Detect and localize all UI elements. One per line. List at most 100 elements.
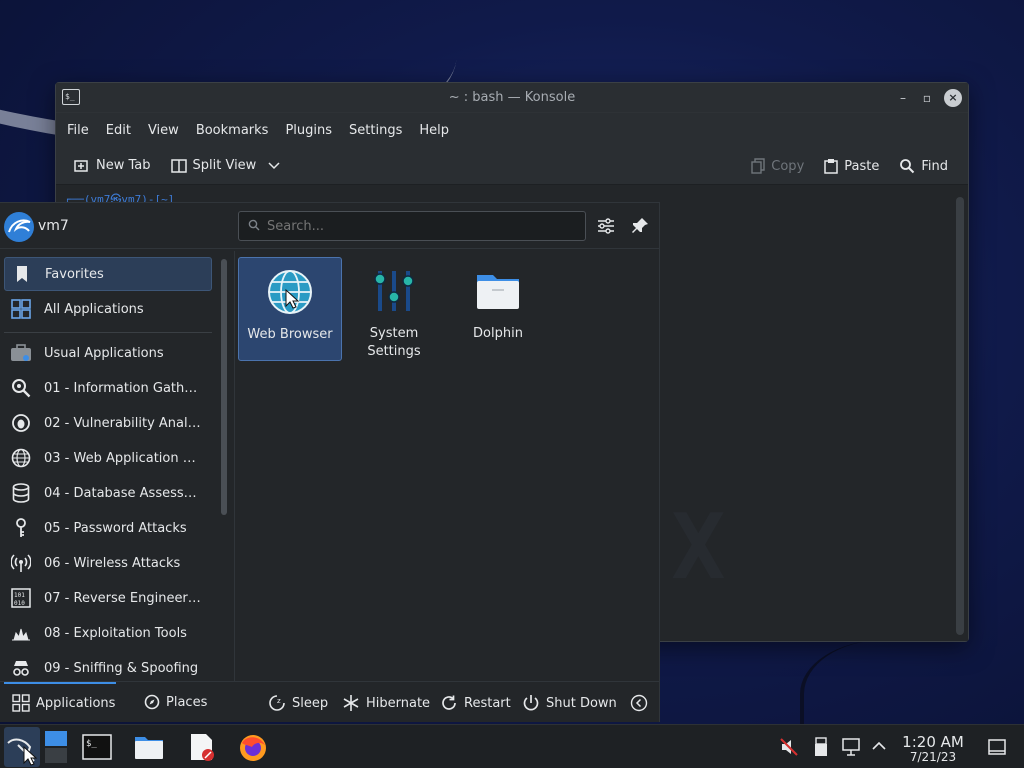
desktop-wallpaper-swoosh — [800, 640, 940, 730]
grid-icon — [12, 694, 30, 712]
sleep-button[interactable]: z Sleep — [268, 694, 328, 712]
mute-icon[interactable] — [780, 738, 798, 756]
favorite-system-settings[interactable]: System Settings — [342, 257, 446, 361]
show-desktop-icon[interactable] — [988, 739, 1006, 755]
menu-file[interactable]: File — [62, 123, 101, 138]
leave-menu-button[interactable] — [630, 694, 648, 712]
user-avatar[interactable] — [4, 212, 34, 242]
user-name: vm7 — [38, 218, 69, 234]
database-icon — [10, 482, 32, 504]
new-tab-button[interactable]: New Tab — [64, 158, 161, 173]
paste-button[interactable]: Paste — [814, 158, 889, 174]
clock-date[interactable]: 7/21/23 — [898, 750, 968, 764]
copy-icon — [751, 158, 765, 174]
svg-text:$_: $_ — [86, 739, 97, 749]
category-wireless-attacks[interactable]: 06 - Wireless Attacks — [4, 546, 212, 580]
globe-icon — [268, 270, 312, 314]
konsole-toolbar: New Tab Split View Copy Paste Find — [56, 147, 968, 185]
minimize-button[interactable]: – — [894, 89, 912, 107]
find-button[interactable]: Find — [889, 158, 958, 174]
category-database-assessment[interactable]: 04 - Database Assessme... — [4, 476, 212, 510]
network-wired-icon[interactable] — [842, 737, 860, 757]
taskbar-text-editor[interactable] — [188, 733, 216, 761]
hibernate-button[interactable]: Hibernate — [342, 694, 430, 712]
configure-icon[interactable] — [596, 216, 616, 236]
maximize-button[interactable]: ▫ — [918, 89, 936, 107]
pin-icon[interactable] — [630, 216, 650, 236]
close-button[interactable]: × — [944, 89, 962, 107]
new-tab-icon — [74, 159, 88, 172]
active-tab-indicator — [4, 682, 116, 684]
search-input[interactable] — [238, 211, 586, 241]
window-title: ~ : bash — Konsole — [448, 90, 576, 105]
bookmark-icon — [11, 263, 33, 285]
shutdown-label: Shut Down — [546, 695, 617, 711]
split-view-icon — [170, 158, 187, 173]
wireless-icon — [10, 552, 32, 574]
category-web-application-analysis[interactable]: 03 - Web Application An... — [4, 441, 212, 475]
menu-help[interactable]: Help — [414, 123, 461, 138]
category-label: All Applications — [44, 301, 144, 317]
copy-button[interactable]: Copy — [741, 158, 814, 174]
usb-device-icon[interactable] — [814, 737, 828, 757]
new-tab-label: New Tab — [96, 158, 151, 173]
menu-settings[interactable]: Settings — [344, 123, 414, 138]
menubar: File Edit View Bookmarks Plugins Setting… — [56, 113, 968, 147]
split-view-button[interactable]: Split View — [161, 158, 291, 173]
category-label: 01 - Information Gather... — [44, 380, 204, 396]
folder-icon — [477, 275, 519, 309]
folder-icon — [135, 737, 163, 759]
text-editor-icon — [191, 734, 214, 761]
explosion-icon — [10, 622, 32, 644]
category-all-applications[interactable]: All Applications — [4, 292, 212, 326]
terminal-scrollbar[interactable] — [956, 197, 964, 635]
application-launcher: vm7 Favorites All Applications Usual App… — [0, 202, 660, 722]
category-usual-applications[interactable]: Usual Applications — [4, 336, 212, 370]
category-label: 02 - Vulnerability Analysis — [44, 415, 204, 431]
category-label: 07 - Reverse Engineering — [44, 590, 204, 606]
category-exploitation-tools[interactable]: 08 - Exploitation Tools — [4, 616, 212, 650]
chevron-left-circle-icon — [630, 694, 648, 712]
tab-places-label: Places — [166, 694, 208, 710]
menu-bookmarks[interactable]: Bookmarks — [191, 123, 281, 138]
menu-edit[interactable]: Edit — [101, 123, 143, 138]
category-label: Usual Applications — [44, 345, 164, 361]
category-separator — [4, 332, 212, 333]
clock-time[interactable]: 1:20 AM — [898, 733, 968, 751]
restart-button[interactable]: Restart — [440, 694, 511, 712]
category-favorites[interactable]: Favorites — [4, 257, 212, 291]
binary-icon: 101 010 — [10, 587, 32, 609]
taskbar-konsole[interactable]: $_ — [82, 733, 112, 761]
favorite-web-browser[interactable]: Web Browser — [238, 257, 342, 361]
tab-applications[interactable]: Applications — [12, 694, 115, 712]
tab-places[interactable]: Places — [144, 694, 207, 710]
taskbar-firefox[interactable] — [238, 733, 266, 761]
sliders-icon — [374, 271, 414, 311]
category-vulnerability-analysis[interactable]: 02 - Vulnerability Analysis — [4, 406, 212, 440]
spy-icon — [10, 657, 32, 679]
favorite-dolphin[interactable]: Dolphin — [446, 257, 550, 361]
launcher-divider — [234, 251, 235, 681]
category-password-attacks[interactable]: 05 - Password Attacks — [4, 511, 212, 545]
menu-plugins[interactable]: Plugins — [280, 123, 344, 138]
taskbar-dolphin[interactable] — [134, 733, 163, 761]
shutdown-button[interactable]: Shut Down — [522, 694, 617, 712]
sidebar-scrollbar[interactable] — [221, 259, 227, 515]
svg-text:z: z — [277, 697, 281, 705]
konsole-titlebar[interactable]: $_ ~ : bash — Konsole – ▫ × — [56, 83, 968, 113]
grid-icon — [10, 298, 32, 320]
hibernate-label: Hibernate — [366, 695, 431, 711]
paste-label: Paste — [844, 158, 880, 174]
virtual-desktop-pager[interactable] — [44, 729, 68, 765]
favorite-label: Dolphin — [473, 326, 523, 341]
category-information-gathering[interactable]: 01 - Information Gather... — [4, 371, 212, 405]
category-label: 05 - Password Attacks — [44, 520, 187, 536]
chevron-up-icon[interactable] — [872, 741, 886, 751]
chevron-down-icon — [268, 161, 280, 169]
menu-view[interactable]: View — [143, 123, 191, 138]
application-launcher-button[interactable] — [4, 727, 40, 767]
category-reverse-engineering[interactable]: 101 010 07 - Reverse Engineering — [4, 581, 212, 615]
category-sniffing-spoofing[interactable]: 09 - Sniffing & Spoofing — [4, 651, 212, 681]
briefcase-icon — [10, 342, 32, 364]
sleep-icon: z — [269, 695, 285, 711]
